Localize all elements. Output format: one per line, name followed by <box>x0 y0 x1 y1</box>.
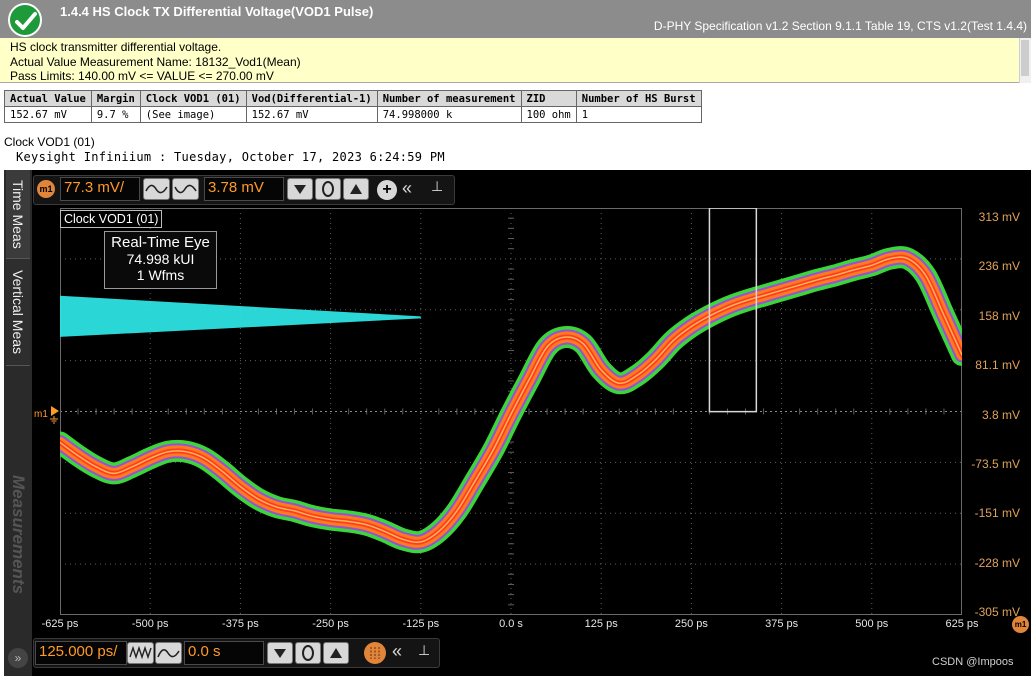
eye-info-box: Real-Time Eye 74.998 kUI 1 Wfms <box>104 231 217 289</box>
cell-margin: 9.7 % <box>90 106 141 123</box>
results-table: Actual Value Margin Clock VOD1 (01) Vod(… <box>4 90 702 123</box>
x-tick-label: 500 ps <box>855 618 889 630</box>
trace-label: Clock VOD1 (01) <box>60 210 163 228</box>
col-clock-vod1: Clock VOD1 (01) <box>139 90 247 107</box>
x-tick-label: 625 ps <box>945 618 979 630</box>
y-tick-label: -73.5 mV <box>971 456 1020 471</box>
image-caption: Clock VOD1 (01) <box>4 135 95 149</box>
watermark: CSDN @Impoos <box>932 656 1014 668</box>
circle-zero-icon-2 <box>302 645 314 661</box>
sine-icon-2 <box>174 184 197 194</box>
position-down-button[interactable] <box>267 642 293 664</box>
horizontal-scale-field[interactable]: 125.000 ps/ <box>35 641 127 665</box>
triangle-down-icon <box>294 185 306 194</box>
x-tick-label: -375 ps <box>222 618 259 630</box>
col-vod-differential: Vod(Differential-1) <box>245 90 378 107</box>
scrollbar-thumb[interactable] <box>1021 40 1029 76</box>
position-up-button[interactable] <box>323 642 349 664</box>
pin-icon-2[interactable]: ⊥ <box>418 642 430 659</box>
triangle-up-icon <box>350 184 362 194</box>
x-tick-label: -500 ps <box>131 618 169 630</box>
pass-check-icon <box>8 3 42 37</box>
collapse-left-icon-2[interactable]: « <box>392 641 402 662</box>
position-zero-button[interactable] <box>295 642 321 664</box>
tab-measurements[interactable]: Measurements <box>6 445 30 625</box>
col-number-of-hs-burst: Number of HS Burst <box>575 90 702 107</box>
timebase-reference-icon[interactable] <box>364 642 386 664</box>
wave-sparse-icon <box>157 649 180 658</box>
offset-down-button[interactable] <box>287 178 313 200</box>
cell-zid: 100 ohm <box>520 106 577 123</box>
cyan-profile <box>60 295 421 337</box>
y-tick-label: 236 mV <box>978 259 1020 274</box>
x-tick-label: -250 ps <box>312 618 349 630</box>
cell-number-of-measurement: 74.998000 k <box>376 106 522 123</box>
y-tick-label: -305 mV <box>974 605 1020 619</box>
wave-dense-icon <box>129 645 152 660</box>
x-tick-label: 0.0 s <box>499 618 523 630</box>
info-wfms: 1 Wfms <box>136 267 185 283</box>
col-number-of-measurement: Number of measurement <box>376 90 522 107</box>
timebase-zoom-out-button[interactable] <box>127 642 154 664</box>
triangle-up-icon-2 <box>330 648 342 658</box>
test-title: 1.4.4 HS Clock TX Differential Voltage(V… <box>60 4 374 19</box>
x-axis-m1-chip[interactable]: m1 <box>1012 616 1029 633</box>
horizontal-position-field[interactable]: 0.0 s <box>184 641 264 665</box>
tab-time-meas[interactable]: Time Meas <box>6 170 30 259</box>
info-title: Real-Time Eye <box>111 234 210 251</box>
scope-timestamp: Keysight Infiniium : Tuesday, October 17… <box>16 150 445 164</box>
table-row: 152.67 mV 9.7 % (See image) 152.67 mV 74… <box>4 106 702 123</box>
timebase-zoom-in-button[interactable] <box>155 642 182 664</box>
y-tick-label: -151 mV <box>974 506 1020 521</box>
col-zid: ZID <box>520 90 577 107</box>
add-channel-icon[interactable]: + <box>377 180 397 200</box>
y-tick-label: 3.8 mV <box>981 407 1020 422</box>
y-tick-label: 313 mV <box>978 210 1020 224</box>
tab-vertical-meas[interactable]: Vertical Meas <box>6 259 30 366</box>
cyan-wedge <box>60 295 421 337</box>
collapse-left-icon[interactable]: « <box>402 178 412 199</box>
ground-marker-icon[interactable] <box>50 404 62 424</box>
scope-sidebar: Time Meas Vertical Meas Measurements <box>4 170 32 676</box>
y-tick-label: -228 mV <box>974 555 1020 570</box>
offset-up-button[interactable] <box>343 178 369 200</box>
m1-channel-chip[interactable]: m1 <box>37 180 55 198</box>
pin-icon[interactable]: ⊥ <box>431 178 443 195</box>
y-tick-label: 81.1 mV <box>975 358 1020 373</box>
info-ui-count: 74.998 kUI <box>126 251 195 267</box>
cell-vod-differential: 152.67 mV <box>245 106 378 123</box>
cell-actual-value: 152.67 mV <box>4 106 92 123</box>
waveform-normal-button[interactable] <box>172 178 199 200</box>
x-tick-label: 250 ps <box>674 618 708 630</box>
x-tick-label: -125 ps <box>402 618 440 630</box>
col-actual-value: Actual Value <box>4 90 92 107</box>
cell-number-of-hs-burst: 1 <box>575 106 702 123</box>
offset-zero-button[interactable] <box>315 178 341 200</box>
table-header-row: Actual Value Margin Clock VOD1 (01) Vod(… <box>4 90 702 107</box>
cell-clock-vod1: (See image) <box>139 106 247 123</box>
waveform-invert-button[interactable] <box>143 178 170 200</box>
spec-reference: D-PHY Specification v1.2 Section 9.1.1 T… <box>653 19 1027 33</box>
y-tick-label: 158 mV <box>978 308 1020 323</box>
vertical-scale-field[interactable]: 77.3 mV/ <box>60 177 140 201</box>
description-line: HS clock transmitter differential voltag… <box>10 40 222 54</box>
vertical-offset-field[interactable]: 3.78 mV <box>204 177 284 201</box>
measurement-name: Actual Value Measurement Name: 18132_Vod… <box>10 55 301 69</box>
circle-zero-icon <box>322 181 334 197</box>
m1-ground-marker: m1 <box>34 409 48 420</box>
sine-icon <box>145 184 168 194</box>
triangle-down-icon-2 <box>274 649 286 658</box>
col-margin: Margin <box>90 90 141 107</box>
x-tick-label: -625 ps <box>41 618 79 630</box>
pass-limits: Pass Limits: 140.00 mV <= VALUE <= 270.0… <box>10 69 274 83</box>
x-tick-label: 125 ps <box>584 618 618 630</box>
expand-sidebar-icon[interactable]: » <box>8 648 28 668</box>
x-tick-label: 375 ps <box>765 618 799 630</box>
